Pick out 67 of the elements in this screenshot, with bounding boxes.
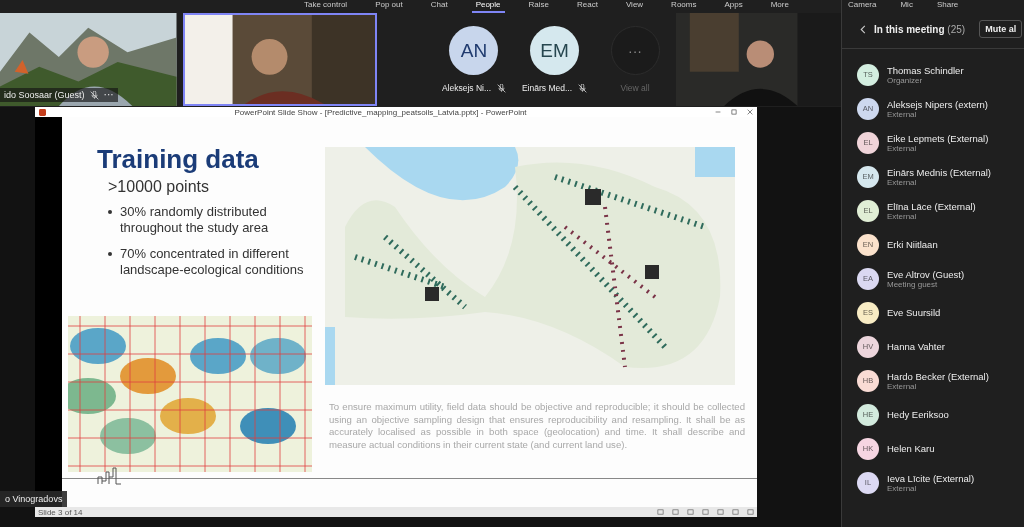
view-icon[interactable] [717,509,724,515]
participant-role: External [887,381,918,391]
toolbar-button[interactable]: React [573,0,602,11]
participant-name[interactable]: Erki Niitlaan [887,239,938,250]
participant-role: External [887,483,918,493]
toolbar-button[interactable]: Take control [300,0,352,11]
toolbar-button[interactable]: Mic [896,0,917,12]
window-title: PowerPoint Slide Show - [Predictive_mapping_peatsoils_Latvia.pptx] - PowerPoint [233,107,528,117]
avatar: EM [530,26,579,75]
slide-paragraph: To ensure maximum utility, field data should be objective and reproducible; it should be collected using an objective sampling design that ensures reproducibility and resampling. It shall be as accurately localised as possible in both space (geolocation) and time. It shall describe and measure actual conditions in their current state (and current land use). [329,401,745,452]
participant-role: Organizer [887,75,924,85]
participant-name[interactable]: Hanna Vahter [887,341,945,352]
toolbar-button[interactable]: People [471,0,505,13]
bullet-text: 30% randomly distributed throughout the study area [120,204,270,236]
powerpoint-icon [39,108,46,116]
toolbar-button[interactable]: Share [932,0,963,12]
view-icon[interactable] [747,509,754,515]
toolbar-button[interactable]: Apps [720,0,747,11]
view-icon[interactable] [687,509,694,515]
participant-role: External [887,177,918,187]
toolbar-button[interactable]: Camera [844,0,881,12]
participant-name[interactable]: Thomas Schindler [887,64,964,76]
participant-name[interactable]: Elīna Lāce (External) [887,200,976,212]
participant-role: External [887,109,917,119]
view-all-button[interactable]: ··· [610,26,660,75]
toolbar-button[interactable]: Rooms [667,0,701,11]
minimize-icon[interactable] [715,109,721,115]
grid-icon[interactable] [672,509,679,515]
toolbar-button[interactable]: Raise [524,0,553,11]
view-icon[interactable] [702,509,709,515]
panel-title: In this meeting (25) [874,23,966,35]
slide-subtitle: >10000 points [108,178,210,196]
maximize-icon[interactable] [731,109,737,115]
participant-name[interactable]: Helen Karu [887,443,935,454]
toolbar-button[interactable]: Chat [426,0,452,11]
toolbar-button[interactable]: More [766,0,793,11]
bullet-text: 70% concentrated in different landscape-ecological conditions [120,246,305,278]
participant-name: Einārs Med... [521,83,573,93]
participant-name[interactable]: Hardo Becker (External) [887,370,989,382]
bullet-icon [108,210,112,214]
navigation-icon[interactable] [657,509,664,515]
more-button[interactable]: ··· [103,91,114,99]
participant-name[interactable]: Einārs Mednis (External) [887,166,991,178]
bullet-icon [108,252,112,256]
view-all-label: View all [620,83,650,93]
participant-role: External [887,143,917,153]
close-icon[interactable] [747,109,753,115]
participant-name: o Vinogradovs [0,491,68,507]
participant-name[interactable]: Eve Suursild [887,307,941,318]
avatar: AN [449,26,499,75]
participant-name[interactable]: Ieva Līcite (External) [887,472,975,484]
participant-role: Meeting guest [887,279,938,289]
toolbar-button[interactable]: View [621,0,648,11]
toolbar-button[interactable]: Pop out [371,0,407,11]
participant-role: External [887,211,918,221]
back-icon[interactable] [860,24,866,34]
participant-name: Aleksejs Ni... [441,83,492,93]
mute-all-button[interactable]: Mute al [979,20,1023,38]
participant-name[interactable]: Eike Lepmets (External) [887,132,989,144]
slide-counter: Slide 3 of 14 [38,507,83,517]
slide-title: Training data [97,144,260,174]
participant-name[interactable]: Hedy Eeriksoo [887,409,949,420]
participant-name[interactable]: Eve Altrov (Guest) [887,268,965,280]
participant-name: ido Soosaar (Guest) [4,90,85,100]
logo-icon [97,467,122,485]
participant-name[interactable]: Aleksejs Nipers (extern) [887,98,988,110]
view-icon[interactable] [732,509,739,515]
